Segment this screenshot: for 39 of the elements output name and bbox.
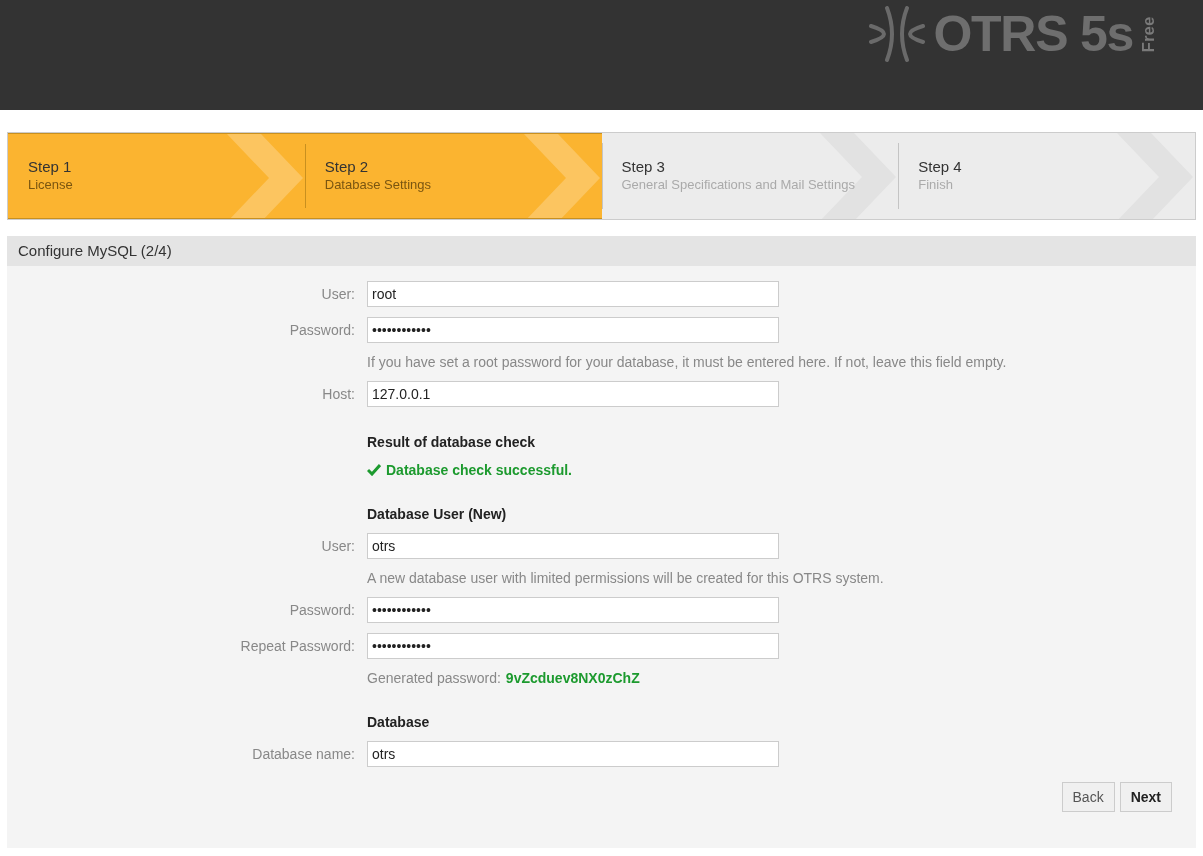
success-message: Database check successful. (386, 460, 572, 480)
input-field[interactable]: •••••••••••• (367, 317, 779, 343)
edition-label: Free (1140, 16, 1158, 52)
check-icon (367, 464, 381, 476)
step-subtitle: General Specifications and Mail Settings (621, 176, 855, 194)
step-subtitle: Finish (918, 176, 954, 194)
field-label: Password: (289, 602, 355, 618)
step-title: Step 2 (324, 158, 370, 176)
next-button[interactable]: Next (1119, 782, 1172, 812)
step-title: Step 3 (621, 158, 666, 176)
chevron-icon (523, 134, 602, 218)
section-heading: Database (367, 712, 430, 732)
field-label: User: (321, 538, 355, 554)
input-field[interactable]: otrs (367, 533, 779, 559)
field-label: User: (321, 286, 355, 302)
input-field[interactable]: •••••••••••• (367, 597, 779, 623)
step-subtitle: Database Settings (324, 176, 431, 194)
input-field[interactable]: otrs (367, 741, 779, 767)
step-title: Step 1 (28, 158, 73, 176)
field-label: Repeat Password: (240, 638, 355, 654)
section-heading: Database User (New) (367, 504, 507, 524)
chevron-icon (226, 134, 305, 218)
panel-title: Configure MySQL (2/4) (18, 240, 172, 261)
back-button[interactable]: Back (1061, 782, 1115, 812)
step-title: Step 4 (918, 158, 962, 176)
logo-star-icon (869, 6, 926, 62)
hint-text: If you have set a root password for your database, it must be entered here. If not, leave this field empty. (367, 352, 1007, 372)
field-label: Password: (289, 322, 355, 338)
input-field[interactable]: root (367, 281, 779, 307)
generated-password-label: Generated password: (367, 668, 501, 688)
input-field[interactable]: 127.0.0.1 (367, 381, 779, 407)
generated-password: 9vZcduev8NX0zChZ (505, 668, 640, 688)
field-label: Database name: (252, 746, 355, 762)
section-heading: Result of database check (367, 432, 536, 452)
logo-text: OTRS 5s (933, 9, 1134, 59)
step-subtitle: License (28, 176, 73, 194)
hint-text: A new database user with limited permissions will be created for this OTRS system. (367, 568, 884, 588)
field-label: Host: (322, 386, 355, 402)
input-field[interactable]: •••••••••••• (367, 633, 779, 659)
